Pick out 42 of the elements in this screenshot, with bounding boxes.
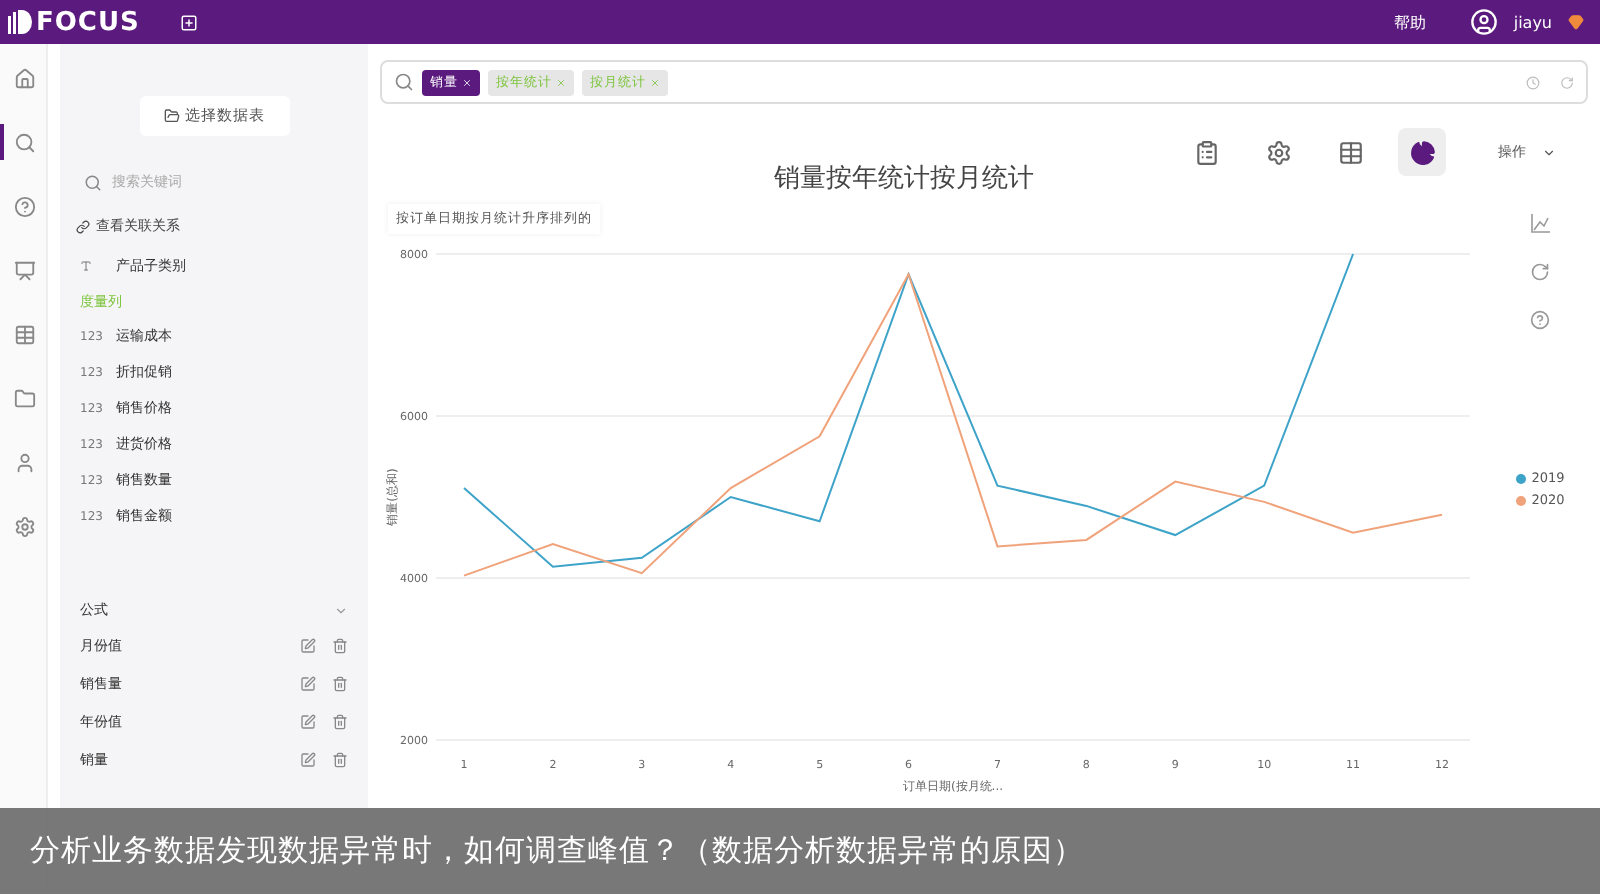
search-icon	[84, 173, 102, 191]
delete-icon[interactable]	[332, 751, 348, 767]
help-icon	[14, 195, 36, 217]
app-logo[interactable]: FOCUS	[36, 7, 140, 37]
user-name[interactable]: jiayu	[1513, 13, 1552, 31]
delete-icon[interactable]	[332, 637, 348, 653]
refresh-icon[interactable]	[1530, 262, 1550, 282]
logo-icon	[8, 10, 32, 34]
axis-icon[interactable]	[1530, 214, 1550, 234]
add-icon[interactable]	[179, 13, 198, 31]
help-icon[interactable]	[1530, 310, 1550, 330]
link-icon	[76, 219, 90, 233]
table-icon	[14, 323, 36, 345]
search-icon	[394, 72, 414, 92]
chevron-icon[interactable]	[334, 603, 348, 617]
folder-icon	[14, 387, 36, 409]
clock-icon[interactable]	[1526, 75, 1540, 89]
edit-icon[interactable]	[300, 637, 316, 653]
search-icon	[14, 131, 36, 153]
user-avatar-icon[interactable]	[1469, 8, 1498, 36]
report-icon	[1193, 139, 1219, 165]
settings-icon	[14, 515, 36, 537]
chevron-icon	[1542, 145, 1556, 159]
folder-icon	[163, 108, 179, 124]
user-icon	[14, 451, 36, 473]
table-icon	[1337, 139, 1363, 165]
home-icon	[14, 67, 36, 89]
caption-banner: 分析业务数据发现数据异常时，如何调查峰值？（数据分析数据异常的原因）	[0, 808, 1600, 894]
pie-view-button[interactable]	[1398, 128, 1446, 176]
edit-icon[interactable]	[300, 675, 316, 691]
delete-icon[interactable]	[332, 713, 348, 729]
settings-icon	[1265, 139, 1291, 165]
text-type-icon	[80, 260, 92, 272]
delete-icon[interactable]	[332, 675, 348, 691]
board-icon	[14, 259, 36, 281]
diamond-icon	[1568, 14, 1584, 30]
chart-title: 销量按年统计按月统计	[774, 162, 1034, 196]
refresh-icon[interactable]	[1560, 75, 1574, 89]
help-link[interactable]: 帮助	[1393, 11, 1426, 33]
edit-icon[interactable]	[300, 713, 316, 729]
edit-icon[interactable]	[300, 751, 316, 767]
pie-icon	[1409, 139, 1435, 165]
